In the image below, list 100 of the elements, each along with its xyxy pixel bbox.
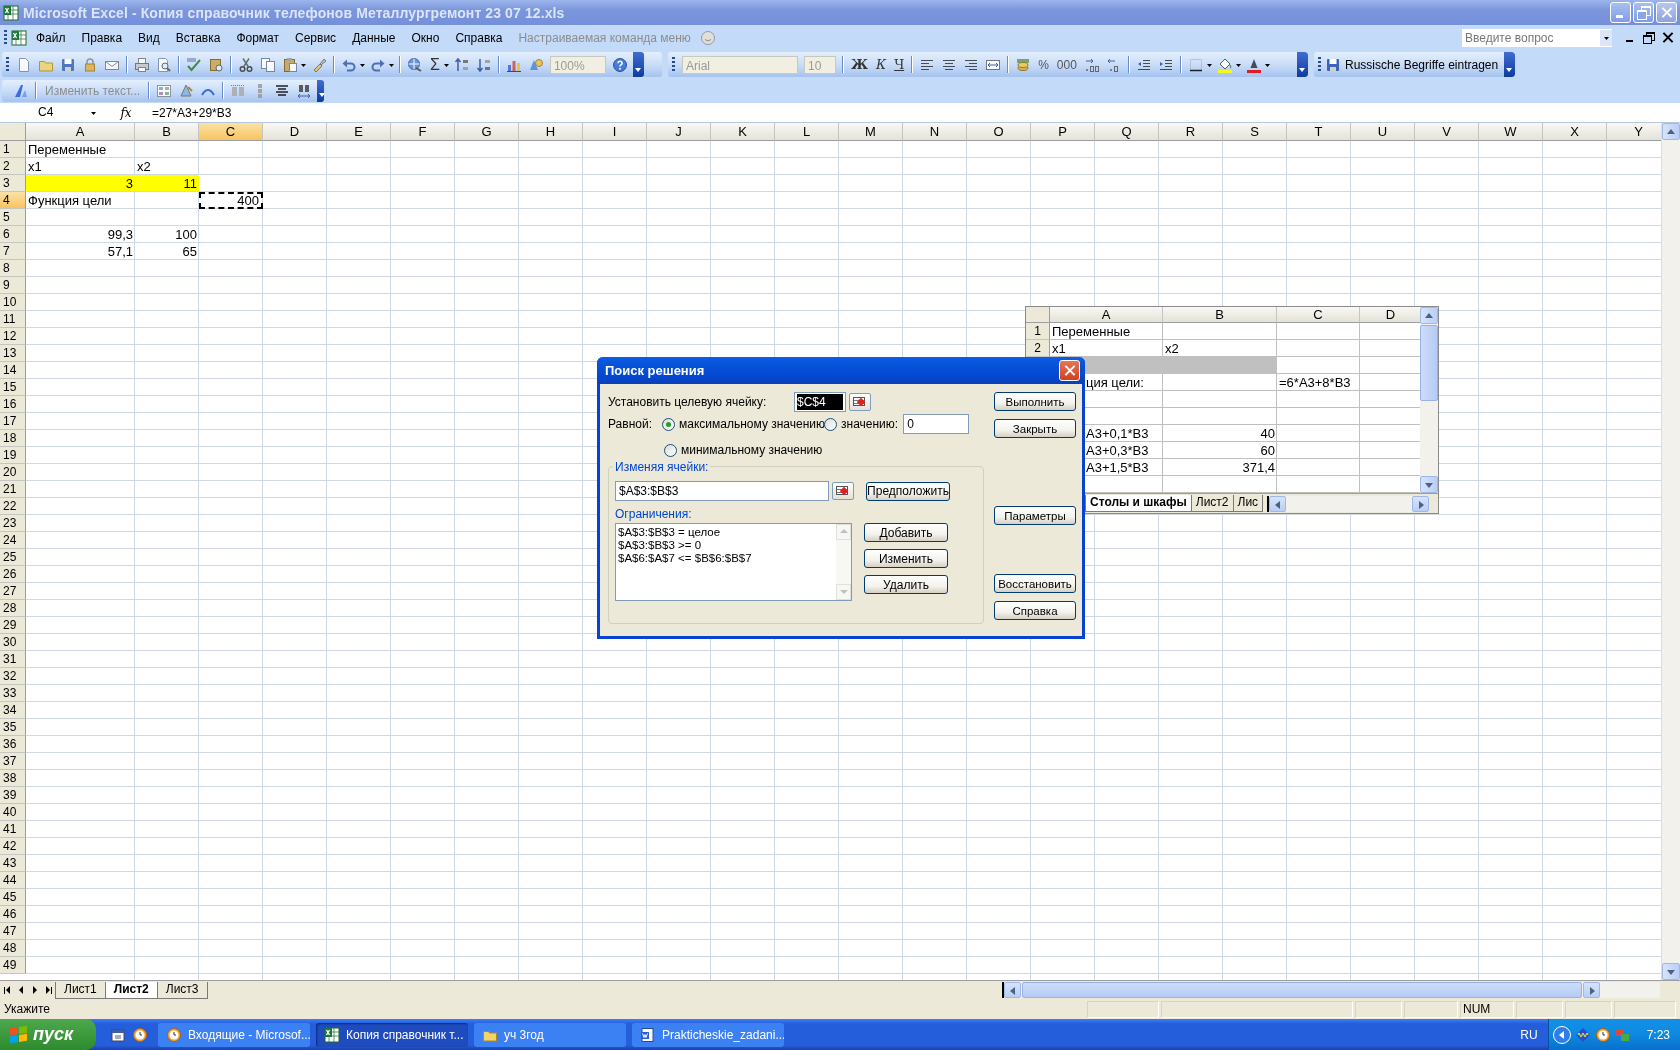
row-header[interactable]: 44 — [0, 872, 26, 889]
row-header[interactable]: 2 — [1026, 340, 1050, 357]
row-header[interactable]: 18 — [0, 430, 26, 447]
radio-option[interactable]: минимальному значению — [664, 443, 823, 457]
row-header[interactable]: 28 — [0, 600, 26, 617]
row-header[interactable]: 32 — [0, 668, 26, 685]
column-header[interactable]: D — [1360, 307, 1420, 323]
menu-item[interactable]: Справка — [448, 28, 510, 47]
row-header[interactable]: 11 — [0, 311, 26, 328]
row-header[interactable]: 13 — [0, 345, 26, 362]
row-header[interactable]: 41 — [0, 821, 26, 838]
menu-item[interactable]: Вид — [131, 28, 167, 47]
taskbar-button[interactable]: Входящие - Microsof... — [158, 1022, 310, 1047]
clock-icon[interactable] — [132, 1026, 148, 1043]
close-button[interactable] — [1059, 360, 1080, 381]
constraint-button[interactable]: Удалить — [864, 575, 948, 594]
sheet-tab[interactable]: Лист2 — [1190, 495, 1234, 512]
menu-item[interactable]: Правка — [74, 28, 130, 47]
row-header[interactable]: 24 — [0, 532, 26, 549]
row-header[interactable]: 8 — [0, 260, 26, 277]
column-header[interactable]: J — [647, 123, 711, 141]
row-header[interactable]: 31 — [0, 651, 26, 668]
number-format-button[interactable]: 000 — [1052, 57, 1081, 72]
row-header[interactable]: 1 — [1026, 323, 1050, 340]
guess-button[interactable]: Предположить — [866, 481, 950, 501]
column-header[interactable]: K — [711, 123, 775, 141]
spreadsheet-icon[interactable] — [11, 29, 27, 46]
row-header[interactable]: 9 — [0, 277, 26, 294]
row-header[interactable]: 4 — [0, 192, 26, 209]
column-header[interactable]: M — [839, 123, 903, 141]
row-header[interactable]: 46 — [0, 906, 26, 923]
toolbar-options-icon[interactable] — [1504, 52, 1516, 77]
start-button[interactable]: пуск — [0, 1019, 96, 1050]
menu-item[interactable]: Сервис — [288, 28, 344, 47]
column-header[interactable]: B — [135, 123, 199, 141]
column-header[interactable]: I — [583, 123, 647, 141]
column-header[interactable]: P — [1031, 123, 1095, 141]
menu-item[interactable]: Формат — [229, 28, 287, 47]
row-header[interactable]: 7 — [0, 243, 26, 260]
row-header[interactable]: 29 — [0, 617, 26, 634]
column-header[interactable]: R — [1159, 123, 1223, 141]
sheet-tab[interactable]: Лист1 — [55, 981, 106, 999]
row-header[interactable]: 16 — [0, 396, 26, 413]
dialog-button[interactable]: Восстановить — [994, 574, 1076, 593]
changing-cells-field[interactable]: $A$3:$B$3 — [615, 481, 829, 501]
formula-field[interactable]: =27*A3+29*B3 — [152, 105, 232, 120]
column-header[interactable]: B — [1163, 307, 1277, 323]
row-header[interactable]: 1 — [0, 141, 26, 158]
vertical-scrollbar[interactable] — [1420, 307, 1438, 493]
insert-function-button[interactable]: fx — [100, 105, 152, 120]
range-select-icon[interactable] — [849, 393, 871, 411]
constraint-item[interactable]: $A$3:$B$3 = целое — [618, 526, 834, 539]
column-header[interactable]: O — [967, 123, 1031, 141]
column-header[interactable]: Y — [1607, 123, 1661, 141]
name-box[interactable]: C4 — [0, 104, 100, 121]
column-header[interactable]: C — [1277, 307, 1360, 323]
autosum-button[interactable]: Σ — [426, 55, 444, 74]
range-select-icon[interactable] — [832, 482, 854, 500]
column-header[interactable]: S — [1223, 123, 1287, 141]
constraints-list[interactable]: $A$3:$B$3 = целое $A$3:$B$3 >= 0 $A$6:$A$7 <= $B$6:$B$7 — [615, 523, 852, 601]
constraint-button[interactable]: Изменить — [864, 549, 948, 568]
column-header[interactable]: A — [26, 123, 135, 141]
menu-item[interactable]: Окно — [404, 28, 447, 47]
row-header[interactable]: 6 — [0, 226, 26, 243]
caret-icon[interactable] — [1600, 29, 1612, 46]
row-header[interactable]: 10 — [0, 294, 26, 311]
row-header[interactable]: 45 — [0, 889, 26, 906]
column-header[interactable]: G — [455, 123, 519, 141]
style-button[interactable]: Ч — [890, 57, 909, 72]
sheet-tab[interactable]: Столы и шкафы — [1085, 495, 1192, 512]
column-header[interactable]: T — [1287, 123, 1351, 141]
row-header[interactable]: 21 — [0, 481, 26, 498]
row-header[interactable]: 23 — [0, 515, 26, 532]
row-header[interactable]: 12 — [0, 328, 26, 345]
grip-handle[interactable] — [4, 29, 7, 46]
row-header[interactable]: 39 — [0, 787, 26, 804]
row-header[interactable]: 3 — [0, 175, 26, 192]
toolbar-options-icon[interactable] — [1297, 52, 1308, 77]
row-header[interactable]: 15 — [0, 379, 26, 396]
toolbar-options-icon[interactable] — [632, 52, 644, 77]
column-header[interactable]: E — [327, 123, 391, 141]
dialog-button[interactable]: Справка — [994, 601, 1076, 620]
radio-option[interactable]: значению: — [824, 417, 899, 431]
dialog-button[interactable]: Закрыть — [994, 419, 1076, 438]
row-header[interactable]: 22 — [0, 498, 26, 515]
row-header[interactable]: 2 — [0, 158, 26, 175]
row-header[interactable]: 30 — [0, 634, 26, 651]
column-header[interactable]: Q — [1095, 123, 1159, 141]
dialog-button[interactable]: Выполнить — [994, 392, 1076, 411]
column-header[interactable]: L — [775, 123, 839, 141]
row-header[interactable]: 5 — [0, 209, 26, 226]
row-header[interactable]: 20 — [0, 464, 26, 481]
dialog-button[interactable]: Параметры — [994, 506, 1076, 525]
column-header[interactable]: A — [1050, 307, 1163, 323]
constraint-button[interactable]: Добавить — [864, 523, 948, 542]
row-header[interactable]: 17 — [0, 413, 26, 430]
column-header[interactable]: U — [1351, 123, 1415, 141]
menu-item[interactable]: Вставка — [168, 28, 228, 47]
row-header[interactable]: 36 — [0, 736, 26, 753]
style-button[interactable]: К — [872, 57, 891, 72]
